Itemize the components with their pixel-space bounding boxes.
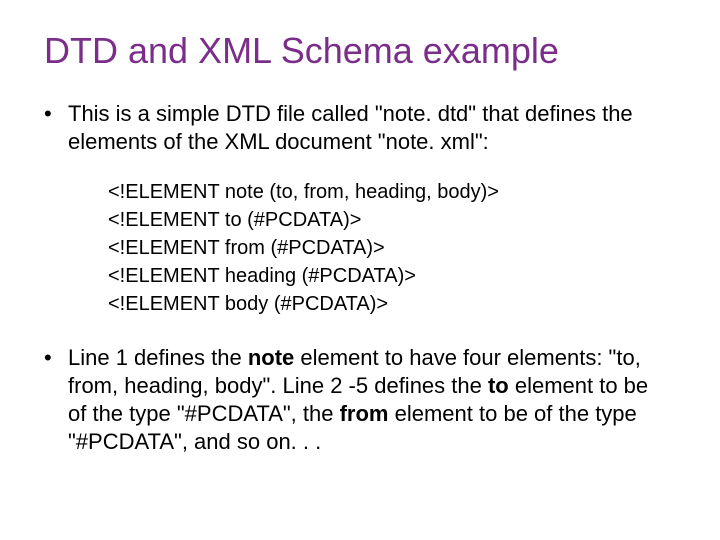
bold-note: note (248, 345, 294, 370)
code-line-3: <!ELEMENT from (#PCDATA)> (108, 234, 680, 262)
page-title: DTD and XML Schema example (44, 30, 680, 72)
bullet-marker: • (40, 100, 68, 128)
code-line-1: <!ELEMENT note (to, from, heading, body)… (108, 178, 680, 206)
bullet-marker: • (40, 344, 68, 372)
bold-to: to (488, 373, 509, 398)
code-block: <!ELEMENT note (to, from, heading, body)… (108, 178, 680, 318)
bullet-text-2: Line 1 defines the note element to have … (68, 344, 680, 456)
code-line-5: <!ELEMENT body (#PCDATA)> (108, 290, 680, 318)
bullet-item-1: • This is a simple DTD file called "note… (40, 100, 680, 156)
code-line-4: <!ELEMENT heading (#PCDATA)> (108, 262, 680, 290)
text-run: Line 1 defines the (68, 345, 248, 370)
code-line-2: <!ELEMENT to (#PCDATA)> (108, 206, 680, 234)
bullet-text-1: This is a simple DTD file called "note. … (68, 100, 680, 156)
bullet-item-2: • Line 1 defines the note element to hav… (40, 344, 680, 456)
slide-container: DTD and XML Schema example • This is a s… (0, 0, 720, 496)
bold-from: from (340, 401, 389, 426)
